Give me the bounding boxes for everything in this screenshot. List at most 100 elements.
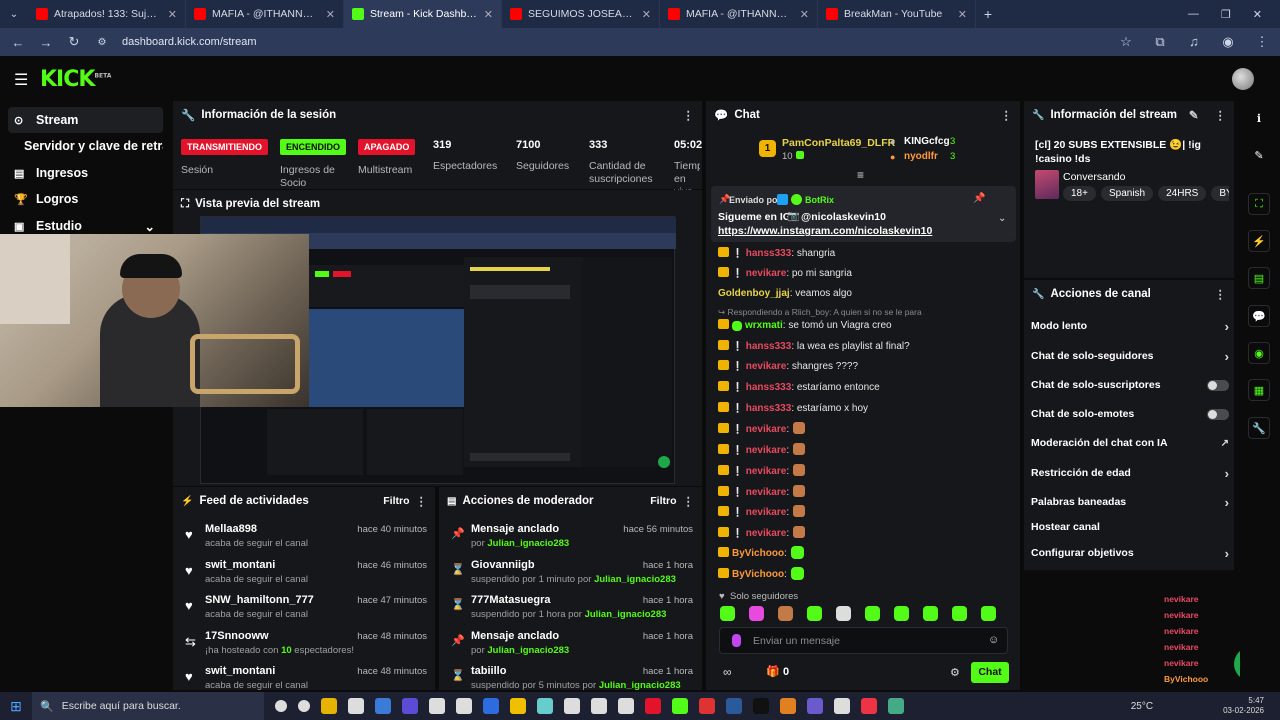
channel-action-row[interactable]: Modo lento › — [1031, 315, 1229, 337]
channel-action-row[interactable]: Chat de solo-seguidores › — [1031, 345, 1229, 367]
activity-user[interactable]: 17Snnooww — [205, 630, 269, 642]
activity-row[interactable]: ♥ Mellaa898 hace 40 minutos acaba de seguir… — [173, 521, 435, 555]
emote-icon[interactable] — [778, 606, 793, 621]
user-avatar[interactable] — [1232, 68, 1254, 90]
chat-message[interactable]: ❕ nevikare: — [718, 464, 806, 477]
windows-start-icon[interactable]: ⊞ — [0, 698, 32, 715]
clipboard-icon[interactable]: ▤ — [1248, 267, 1270, 289]
moderator-name[interactable]: Julian_ignacio283 — [585, 609, 667, 620]
chat-username[interactable]: hanss333 — [746, 248, 792, 259]
fullscreen-icon[interactable]: ⛶ — [1248, 193, 1270, 215]
browser-tab[interactable]: Atrapados! 133: Sujeto termina ✕ — [28, 0, 186, 28]
chat-message[interactable]: ❕ nevikare: — [718, 505, 806, 518]
wrench-icon[interactable]: 🔧 — [1248, 417, 1270, 439]
maximize-icon[interactable]: ❐ — [1221, 8, 1231, 21]
top-gifter-name[interactable]: PamConPalta69_DLFR — [782, 137, 895, 149]
toggle-switch[interactable] — [1207, 408, 1229, 420]
media-icon[interactable]: ♫ — [1186, 34, 1202, 50]
tab-close-icon[interactable]: ✕ — [326, 8, 335, 21]
more-options-icon[interactable]: ⋮ — [683, 494, 695, 508]
tab-close-icon[interactable]: ✕ — [642, 8, 651, 21]
chat-username[interactable]: nevikare — [746, 424, 787, 435]
emote-icon[interactable] — [865, 606, 880, 621]
message-icon[interactable]: 💬 — [1248, 305, 1270, 327]
browser-menu-icon[interactable]: ⋮ — [1254, 34, 1270, 50]
pencil-icon[interactable]: ✎ — [1248, 144, 1270, 166]
chat-message[interactable]: ❕ nevikare: — [718, 485, 806, 498]
emoji-icon[interactable]: ☺ — [988, 634, 999, 646]
sidebar-item[interactable]: Servidor y clave de retransm — [8, 133, 163, 159]
zoom-icon[interactable] — [483, 698, 499, 714]
copilot-icon[interactable] — [375, 698, 391, 714]
gifter-2-name[interactable]: KINGcfcg — [904, 136, 950, 147]
emote-icon[interactable] — [923, 606, 938, 621]
browser-tab[interactable]: BreakMan - YouTube ✕ — [818, 0, 976, 28]
gift-box-icon[interactable]: 🎁 — [766, 665, 780, 678]
task-view-icon[interactable] — [298, 700, 310, 712]
channel-action-row[interactable]: Configurar objetivos › — [1031, 542, 1229, 564]
app-icon[interactable] — [699, 698, 715, 714]
moderator-name[interactable]: Julian_ignacio283 — [487, 538, 569, 549]
chat-username[interactable]: nevikare — [746, 528, 787, 539]
emote-icon[interactable] — [720, 606, 735, 621]
chat-message[interactable]: ↪ Respondiendo a Rlich_boy: A quien si n… — [718, 307, 922, 318]
tab-close-icon[interactable]: ✕ — [958, 8, 967, 21]
chat-message[interactable]: ❕ hanss333: la wea es playlist al final? — [718, 340, 910, 352]
chat-username[interactable]: hanss333 — [746, 382, 792, 393]
channel-action-row[interactable]: Chat de solo-suscriptores — [1031, 374, 1229, 396]
app-icon[interactable] — [537, 698, 553, 714]
emote-icon[interactable] — [749, 606, 764, 621]
channel-action-row[interactable]: Moderación del chat con IA ↗ — [1031, 432, 1229, 454]
category-name[interactable]: Conversando — [1063, 171, 1125, 183]
twitch-icon[interactable] — [402, 698, 418, 714]
unpin-icon[interactable]: 📌 — [973, 193, 985, 204]
more-options-icon[interactable]: ⋮ — [1215, 108, 1227, 122]
browser-tab[interactable]: Stream - Kick Dashboard ✕ — [344, 0, 502, 28]
chat-username[interactable]: hanss333 — [746, 403, 792, 414]
new-tab-button[interactable]: + — [976, 6, 1000, 22]
gifter-3-name[interactable]: nyodlfr — [904, 151, 938, 162]
channel-action-row[interactable]: Chat de solo-emotes — [1031, 403, 1229, 425]
extensions-icon[interactable]: ⧉ — [1152, 34, 1168, 50]
minecraft-icon[interactable] — [672, 698, 688, 714]
settings-icon[interactable] — [618, 698, 634, 714]
discord-icon[interactable] — [807, 698, 823, 714]
taskbar-search[interactable]: 🔍 Escribe aquí para buscar. — [32, 692, 264, 720]
modaction-row[interactable]: 📌 Mensaje anclado hace 56 minutos por Julia… — [439, 521, 701, 555]
pinned-link[interactable]: https://www.instagram.com/nicolaskevin10 — [718, 225, 932, 237]
activity-row[interactable]: ♥ swit_montani hace 46 minutos acaba de seg… — [173, 557, 435, 591]
chat-username[interactable]: nevikare — [746, 466, 787, 477]
activity-user[interactable]: SNW_hamiltonn_777 — [205, 594, 314, 606]
chat-username[interactable]: Goldenboy_jjaj — [718, 288, 790, 299]
chat-username[interactable]: nevikare — [746, 268, 787, 279]
chat-username[interactable]: nevikare — [746, 361, 787, 372]
pinned-message[interactable]: 📌 Enviado por BotRix 📌 Sigueme en IG 📷 @… — [711, 186, 1016, 242]
moderator-name[interactable]: Julian_ignacio283 — [594, 574, 676, 585]
chat-message[interactable]: ❕ hanss333: estaríamo entonce — [718, 381, 880, 393]
emote-icon[interactable] — [807, 606, 822, 621]
chat-username[interactable]: wrxmati — [745, 320, 783, 331]
modaction-row[interactable]: 📌 Mensaje anclado hace 1 hora por Julian_ig… — [439, 628, 701, 662]
more-options-icon[interactable]: ⋮ — [1215, 287, 1227, 301]
channel-action-row[interactable]: Hostear canal — [1031, 516, 1229, 538]
forward-icon[interactable]: → — [38, 35, 54, 50]
chrome-icon[interactable] — [861, 698, 877, 714]
activity-user[interactable]: swit_montani — [205, 665, 275, 677]
clock[interactable]: 5:47 03-02-2026 — [1223, 696, 1264, 716]
lightning-icon[interactable]: ⚡ — [1248, 230, 1270, 252]
app-icon[interactable] — [591, 698, 607, 714]
send-chat-button[interactable]: Chat — [971, 662, 1009, 683]
toggle-switch[interactable] — [1207, 379, 1229, 391]
tab-close-icon[interactable]: ✕ — [168, 8, 177, 21]
file-explorer-icon[interactable] — [321, 698, 337, 714]
more-options-icon[interactable]: ⋮ — [416, 494, 428, 508]
broadcast-icon[interactable]: ◉ — [1248, 342, 1270, 364]
sidebar-item[interactable]: 🏆 Logros — [8, 186, 163, 212]
sidebar-item[interactable]: ⊙ Stream — [8, 107, 163, 133]
reload-icon[interactable]: ↻ — [66, 34, 82, 50]
channel-action-row[interactable]: Palabras baneadas › — [1031, 491, 1229, 513]
site-info-icon[interactable]: ⚙ — [94, 37, 110, 48]
tiktok-icon[interactable] — [753, 698, 769, 714]
url-text[interactable]: dashboard.kick.com/stream — [122, 36, 257, 48]
layout-icon[interactable]: ▦ — [1248, 379, 1270, 401]
